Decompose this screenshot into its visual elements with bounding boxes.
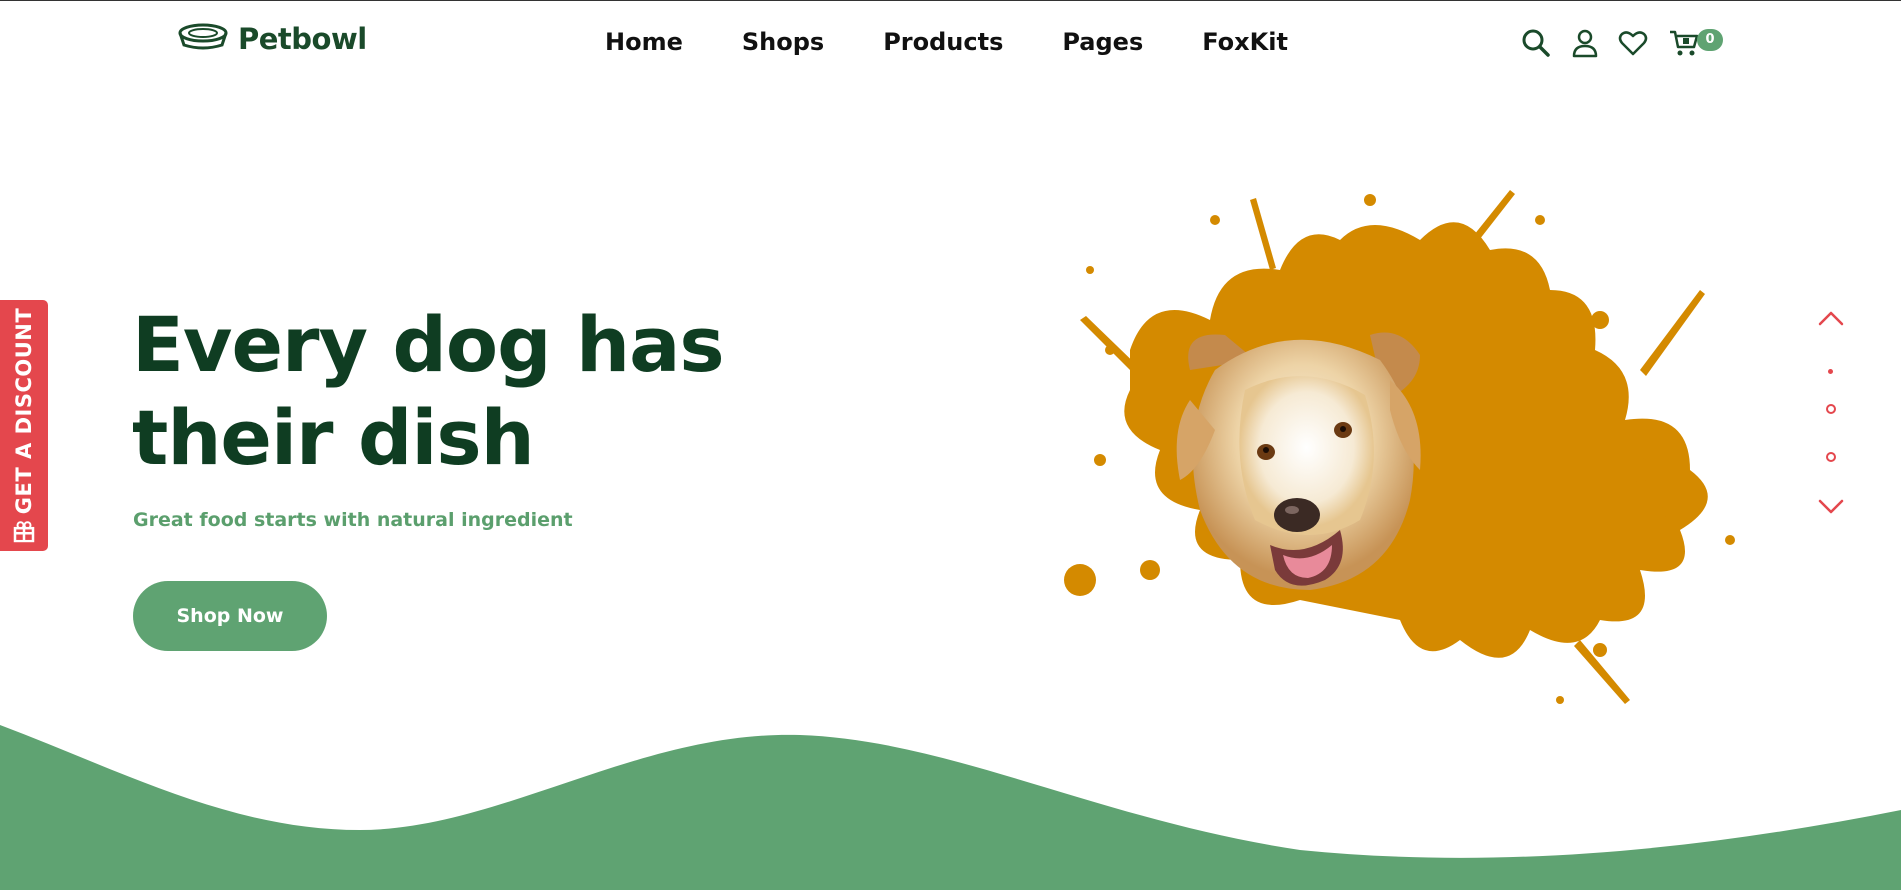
cart-icon[interactable]: [1669, 28, 1699, 58]
main-nav: Home Shops Products Pages FoxKit: [605, 28, 1288, 56]
heart-icon[interactable]: [1618, 28, 1648, 58]
hero-title-line-1: Every dog has: [132, 300, 725, 389]
slide-prev-arrow-icon[interactable]: [1817, 309, 1845, 327]
search-icon[interactable]: [1521, 28, 1551, 58]
discount-label: GET A DISCOUNT: [12, 307, 36, 515]
bowl-icon: [178, 23, 228, 55]
nav-home[interactable]: Home: [605, 28, 683, 56]
cart-count-badge: 0: [1697, 29, 1723, 51]
top-border: [0, 0, 1901, 1]
gift-icon: [13, 520, 35, 543]
slide-next-arrow-icon[interactable]: [1817, 498, 1845, 516]
slide-dot-3[interactable]: [1826, 452, 1836, 462]
hero-title-line-2: their dish: [132, 393, 535, 482]
brand-name: Petbowl: [238, 22, 367, 56]
get-discount-tab[interactable]: GET A DISCOUNT: [0, 300, 48, 551]
brand-logo[interactable]: Petbowl: [178, 22, 367, 56]
slide-dot-1[interactable]: [1828, 369, 1833, 374]
nav-products[interactable]: Products: [883, 28, 1003, 56]
user-icon[interactable]: [1570, 28, 1600, 58]
nav-foxkit[interactable]: FoxKit: [1202, 28, 1288, 56]
green-wave-decoration: [0, 700, 1901, 890]
shop-now-button[interactable]: Shop Now: [133, 581, 327, 651]
hero-dog-image: [1040, 180, 1760, 780]
hero-subtitle: Great food starts with natural ingredien…: [133, 509, 573, 531]
slide-dot-2[interactable]: [1826, 404, 1836, 414]
nav-pages[interactable]: Pages: [1062, 28, 1143, 56]
hero-title: Every dog has their dish: [132, 298, 732, 484]
nav-shops[interactable]: Shops: [742, 28, 824, 56]
